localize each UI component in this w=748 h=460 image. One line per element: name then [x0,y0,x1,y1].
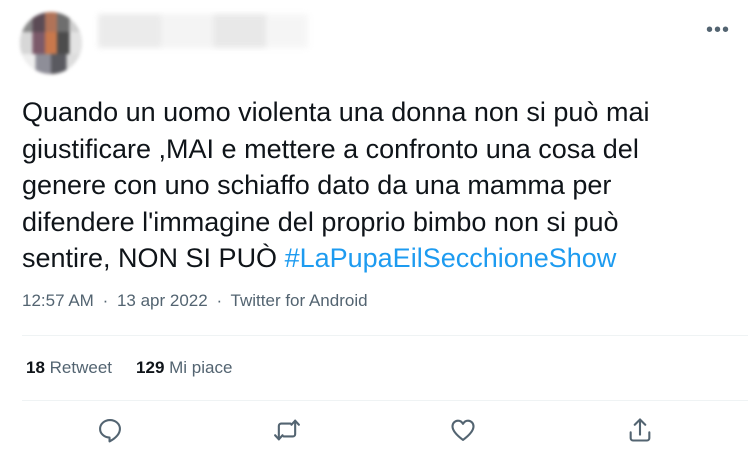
likes-label: Mi piace [169,358,233,377]
heart-icon[interactable] [449,416,477,444]
retweets-label: Retweet [49,358,113,377]
likes-count: 129 [136,358,165,377]
divider [22,400,748,401]
blurred-user-name[interactable] [98,14,308,48]
avatar[interactable] [20,12,82,74]
share-icon[interactable] [626,416,654,444]
retweets-count: 18 [26,358,45,377]
tweet-date[interactable]: 13 apr 2022 [117,291,208,310]
retweets-stat[interactable]: 18 Retweet [26,358,112,377]
tweet-meta: 12:57 AM · 13 apr 2022 · Twitter for And… [22,291,368,311]
likes-stat[interactable]: 129 Mi piace [136,358,232,377]
avatar-pixel-row [20,54,82,74]
tweet-time[interactable]: 12:57 AM [22,291,94,310]
hashtag-link[interactable]: #LaPupaEilSecchioneShow [285,243,617,273]
tweet-text: Quando un uomo violenta una donna non si… [22,94,722,277]
tweet-stats: 18 Retweet 129 Mi piace [26,358,232,378]
retweet-icon[interactable] [273,416,301,444]
reply-icon[interactable] [96,416,124,444]
tweet-source[interactable]: Twitter for Android [231,291,368,310]
divider [22,335,748,336]
avatar-pixel-row [20,32,82,54]
more-options-icon[interactable]: ••• [706,20,730,40]
meta-separator: · [216,291,223,310]
tweet-card: ••• Quando un uomo violenta una donna no… [0,0,748,460]
meta-separator: · [102,291,109,310]
